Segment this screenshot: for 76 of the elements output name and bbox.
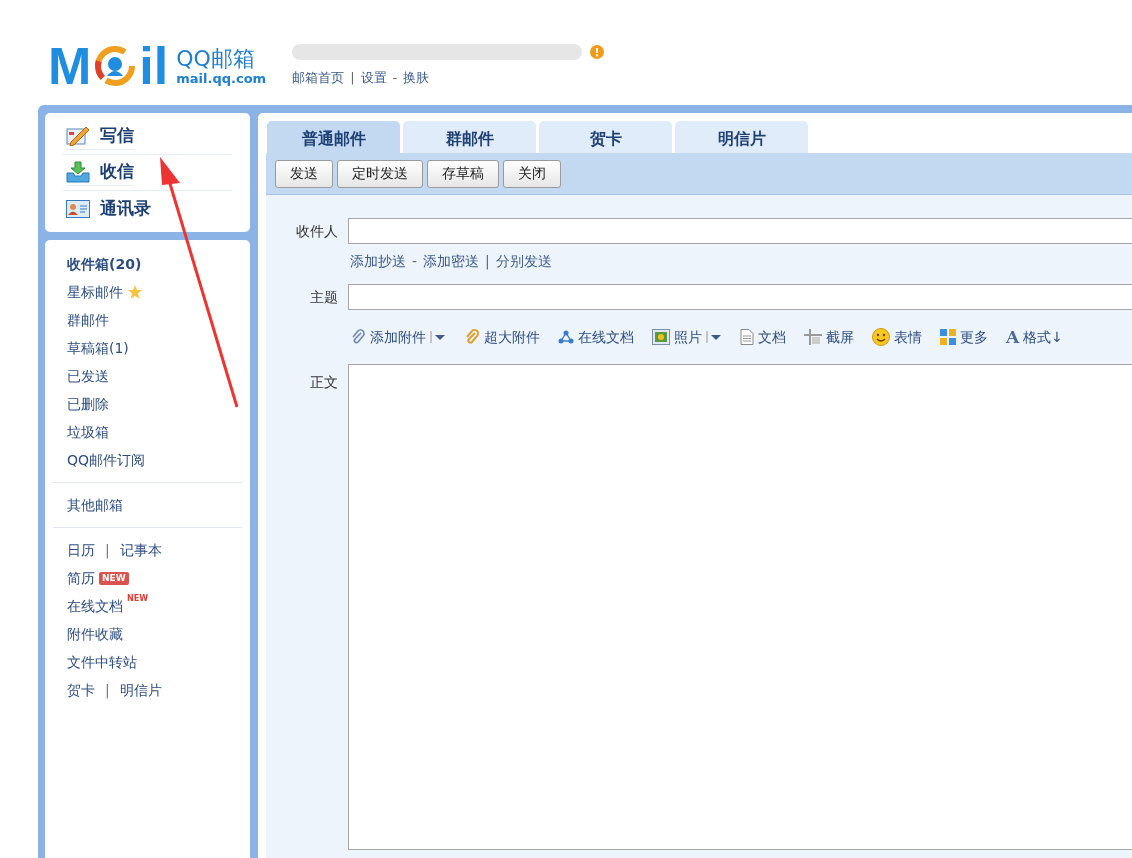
recipient-option-link[interactable]: 添加抄送 <box>350 250 406 272</box>
editor-tool[interactable]: 截屏 <box>804 326 854 348</box>
toolbar-button[interactable]: 发送 <box>275 159 333 188</box>
contact-card-icon <box>66 200 90 218</box>
folder-link[interactable]: 收件箱(20) <box>67 253 142 275</box>
separator-text: - <box>392 69 398 87</box>
sidebar-action[interactable]: 通讯录 <box>66 196 151 222</box>
editor-tool[interactable]: 添加附件 <box>350 326 426 348</box>
paperclip-icon <box>464 329 480 345</box>
folder-link[interactable]: 日历 <box>67 539 95 561</box>
folder-link[interactable]: 记事本 <box>119 539 162 561</box>
folder-link[interactable]: 简历 <box>67 567 95 589</box>
document-icon <box>740 329 754 345</box>
folder-link[interactable]: 贺卡 <box>67 679 95 701</box>
separator-text: | <box>105 540 110 561</box>
recipient-field[interactable] <box>348 218 1132 244</box>
toolbar-button[interactable]: 关闭 <box>503 159 561 188</box>
editor-tool[interactable]: A 格式↓ <box>1006 326 1063 348</box>
folder-link[interactable]: 已发送 <box>67 365 109 387</box>
separator-text: | <box>485 251 490 272</box>
download-tray-icon <box>66 161 90 183</box>
sidebar-action[interactable]: 写信 <box>66 123 134 150</box>
header-link[interactable]: 邮箱首页 <box>292 68 345 88</box>
warning-icon <box>590 45 605 59</box>
field-label: 收件人 <box>295 221 339 241</box>
editor-tool[interactable]: 表情 <box>872 326 922 348</box>
tab[interactable]: 群邮件 <box>403 121 536 153</box>
logo-letter: M <box>48 40 92 92</box>
header-link[interactable]: 设置 <box>360 68 387 88</box>
field-label: 正文 <box>309 373 339 392</box>
folder-link[interactable]: 已删除 <box>67 393 109 415</box>
folder-link[interactable]: 星标邮件 <box>67 281 123 303</box>
subject-field[interactable] <box>348 284 1132 310</box>
editor-tool[interactable]: 在线文档 <box>558 326 634 348</box>
new-label: NEW <box>127 595 148 603</box>
toolbar-button[interactable]: 存草稿 <box>427 159 499 188</box>
editor-tool[interactable]: 超大附件 <box>464 326 540 348</box>
separator-text: | <box>350 69 355 87</box>
logo-name: QQ邮箱 <box>176 47 256 70</box>
field-label: 主题 <box>309 287 339 307</box>
photo-icon <box>652 329 670 345</box>
dropdown-caret-icon[interactable] <box>706 330 722 344</box>
smiley-icon <box>872 328 890 346</box>
folder-link[interactable]: 明信片 <box>119 679 162 701</box>
tab[interactable]: 明信片 <box>675 121 808 153</box>
tab[interactable]: 普通邮件 <box>267 121 400 153</box>
message-body-field[interactable] <box>348 364 1132 850</box>
folder-link[interactable]: 附件收藏 <box>67 623 123 645</box>
editor-tool[interactable]: 更多 <box>940 326 988 348</box>
share-nodes-icon <box>558 329 574 345</box>
pencil-note-icon <box>66 126 90 146</box>
grid-icon <box>940 329 956 345</box>
editor-tool[interactable]: 文档 <box>740 326 786 348</box>
toolbar-button[interactable]: 定时发送 <box>337 159 423 188</box>
recipient-option-link[interactable]: 分别发送 <box>495 250 552 272</box>
header-link[interactable]: 换肤 <box>403 68 430 88</box>
format-icon: A <box>1006 328 1020 346</box>
folder-link[interactable]: 其他邮箱 <box>67 494 123 516</box>
logo-domain: mail.qq.com <box>176 71 267 85</box>
folder-link[interactable]: 群邮件 <box>67 309 109 331</box>
editor-tool[interactable]: 照片 <box>652 326 702 348</box>
folder-link[interactable]: QQ邮件订阅 <box>67 449 146 471</box>
paperclip-icon <box>350 329 366 345</box>
folder-link[interactable]: 草稿箱(1) <box>67 337 129 359</box>
sidebar-action[interactable]: 收信 <box>66 159 134 186</box>
logo-letter: il <box>139 40 169 92</box>
folder-link[interactable]: 文件中转站 <box>67 651 137 673</box>
logo-emblem-icon <box>95 46 136 86</box>
new-badge: NEW <box>99 571 129 585</box>
folder-link[interactable]: 在线文档 <box>67 595 123 617</box>
dropdown-caret-icon[interactable] <box>430 330 446 344</box>
tab[interactable]: 贺卡 <box>539 121 672 153</box>
recipient-option-link[interactable]: 添加密送 <box>423 250 480 272</box>
separator-text: | <box>105 680 110 701</box>
separator-text: - <box>412 251 418 271</box>
folder-link[interactable]: 垃圾箱 <box>67 421 109 443</box>
